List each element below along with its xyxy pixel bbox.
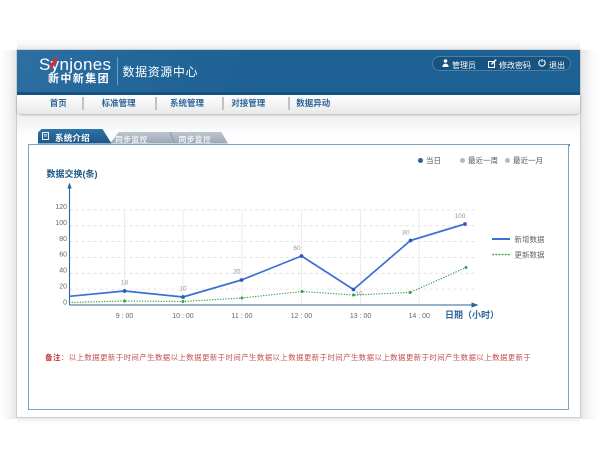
svg-text:18: 18	[121, 279, 129, 286]
svg-text:13 : 00: 13 : 00	[350, 313, 372, 320]
svg-text:10: 10	[355, 290, 363, 297]
svg-text:0: 0	[63, 299, 67, 306]
svg-text:更新数据: 更新数据	[515, 249, 545, 260]
svg-text:35: 35	[233, 268, 241, 275]
svg-text:12 : 00: 12 : 00	[291, 313, 313, 320]
svg-text:10 : 00: 10 : 00	[172, 313, 194, 320]
svg-text:120: 120	[55, 204, 67, 211]
svg-text:100: 100	[455, 213, 466, 220]
svg-text:100: 100	[55, 220, 67, 227]
svg-text:10: 10	[179, 285, 187, 292]
svg-text:20: 20	[59, 283, 67, 290]
svg-text:日期（小时）: 日期（小时）	[445, 308, 499, 321]
svg-text:60: 60	[293, 245, 301, 252]
svg-text:40: 40	[59, 267, 67, 274]
svg-text:80: 80	[59, 235, 67, 242]
svg-text:9 : 00: 9 : 00	[116, 313, 134, 320]
svg-text:14 : 00: 14 : 00	[408, 313, 430, 320]
svg-text:60: 60	[59, 251, 67, 258]
svg-text:新增数据: 新增数据	[515, 234, 545, 245]
svg-text:11 : 00: 11 : 00	[232, 313, 253, 320]
svg-text:80: 80	[402, 229, 410, 236]
